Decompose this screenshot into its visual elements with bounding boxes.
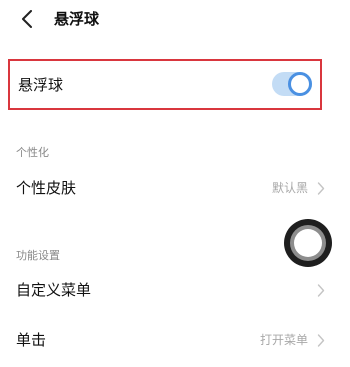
row-single-tap-value: 打开菜单 [259,333,308,347]
row-skin[interactable]: 个性皮肤 默认黑 [0,166,350,210]
float-ball-label: 悬浮球 [18,76,64,94]
header-bar: 悬浮球 [0,0,350,40]
row-single-tap-label: 单击 [16,331,47,349]
section-title-function-settings: 功能设置 [16,249,60,262]
row-custom-menu[interactable]: 自定义菜单 [0,268,350,312]
row-skin-label: 个性皮肤 [16,179,77,197]
float-ball-toggle[interactable] [272,72,312,96]
row-single-tap[interactable]: 单击 打开菜单 [0,318,350,362]
toggle-knob [288,72,312,96]
chevron-right-icon [316,332,326,348]
floating-ball-core [294,229,322,257]
chevron-right-icon [316,282,326,298]
chevron-right-icon [316,180,326,196]
float-ball-setting-row: 悬浮球 [8,59,322,110]
row-custom-menu-label: 自定义菜单 [16,281,92,299]
chevron-left-icon [22,10,32,28]
row-skin-value: 默认黑 [271,181,308,195]
section-title-personalization: 个性化 [16,146,49,159]
page-title: 悬浮球 [54,10,100,28]
back-button[interactable] [16,8,38,30]
floating-ball-icon[interactable] [284,219,332,267]
